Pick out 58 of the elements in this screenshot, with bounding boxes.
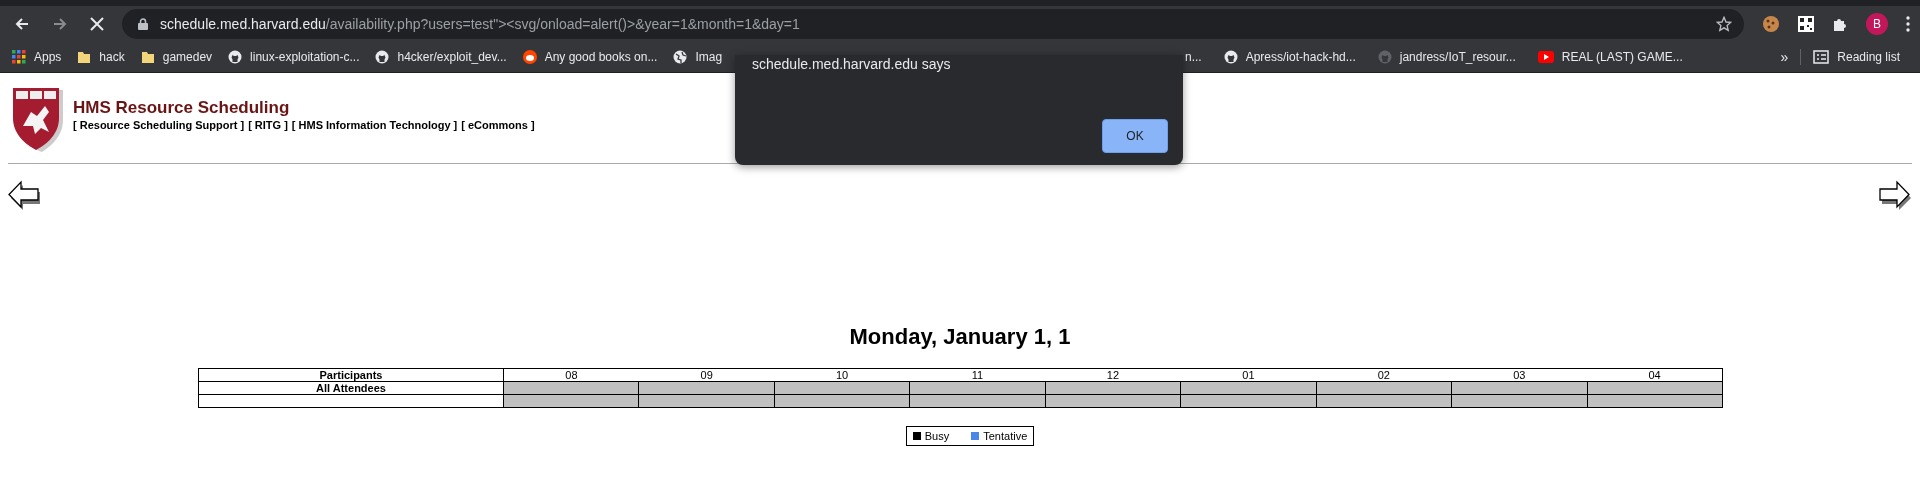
forward-icon[interactable] (52, 16, 68, 32)
youtube-icon (1537, 51, 1554, 63)
column-header: 08 (503, 368, 639, 382)
puzzle-icon[interactable] (1832, 16, 1848, 32)
github-icon (228, 50, 243, 64)
column-header: Participants (198, 368, 504, 382)
reading-list-icon (1813, 50, 1830, 64)
cookie-icon[interactable] (1762, 15, 1780, 33)
bookmark[interactable]: jandress/IoT_resour... (1377, 50, 1516, 64)
bookmark[interactable]: h4cker/exploit_dev... (375, 50, 507, 64)
column-header: 12 (1045, 368, 1181, 382)
column-header: 04 (1587, 368, 1723, 382)
bookmark[interactable]: REAL (LAST) GAME... (1537, 50, 1683, 64)
ok-button[interactable]: OK (1102, 119, 1168, 153)
qr-code-icon[interactable] (1798, 16, 1814, 32)
github-icon (375, 50, 390, 64)
bookmark[interactable]: Any good books on... (522, 50, 658, 64)
column-header: 02 (1316, 368, 1452, 382)
lock-icon[interactable] (138, 18, 148, 30)
address-bar[interactable]: schedule.med.harvard.edu/availability.php?users=test"><svg/onload=alert()>&year=1&month=1&day=1 (122, 9, 1744, 39)
folder-icon (140, 50, 155, 64)
reading-list-button[interactable]: Reading list (1813, 50, 1900, 64)
column-header: 10 (774, 368, 910, 382)
back-icon[interactable] (14, 16, 30, 32)
dialog-message: schedule.med.harvard.edu says (752, 55, 951, 73)
github-icon (1223, 50, 1238, 64)
legend-label: Tentative (983, 430, 1028, 442)
participant-cell: All Attendees (198, 381, 504, 395)
left-arrow-icon[interactable] (8, 180, 42, 210)
right-arrow-icon[interactable] (1878, 180, 1912, 210)
more-menu-icon[interactable] (1906, 16, 1910, 32)
legend-label: Busy (924, 430, 950, 442)
bookmark[interactable]: Apress/iot-hack-hd... (1223, 50, 1356, 64)
stop-loading-icon[interactable] (90, 17, 104, 31)
bookmark[interactable]: hack (77, 50, 125, 64)
bookmark[interactable]: linux-exploitation-c... (228, 50, 360, 64)
bookmark[interactable]: gamedev (140, 50, 213, 64)
more-bookmarks-button[interactable]: » (1780, 49, 1789, 65)
column-header: 03 (1451, 368, 1587, 382)
column-header: 01 (1180, 368, 1317, 382)
bookmark[interactable]: Apps (12, 50, 62, 64)
github-icon (1377, 50, 1392, 64)
folder-icon (77, 50, 92, 64)
nav-link[interactable]: [ HMS Information Technology ] (291, 119, 458, 131)
site-title: HMS Resource Scheduling (73, 98, 291, 118)
globe-icon (673, 50, 688, 64)
bookmark[interactable]: n... (1185, 50, 1202, 64)
date-heading: Monday, January 1, 1 (848, 324, 1072, 350)
reddit-icon (522, 50, 537, 64)
column-header: 09 (638, 368, 775, 382)
apps-grid-icon (12, 50, 26, 64)
nav-link[interactable]: [ Resource Scheduling Support ] (73, 119, 245, 131)
column-header: 11 (909, 368, 1046, 382)
profile-avatar[interactable]: B (1866, 13, 1888, 35)
bookmark[interactable]: Imag (673, 50, 723, 64)
nav-link[interactable]: [ RITG ] (248, 119, 288, 131)
nav-link[interactable]: [ eCommons ] (461, 119, 535, 131)
star-icon[interactable] (1716, 16, 1732, 32)
